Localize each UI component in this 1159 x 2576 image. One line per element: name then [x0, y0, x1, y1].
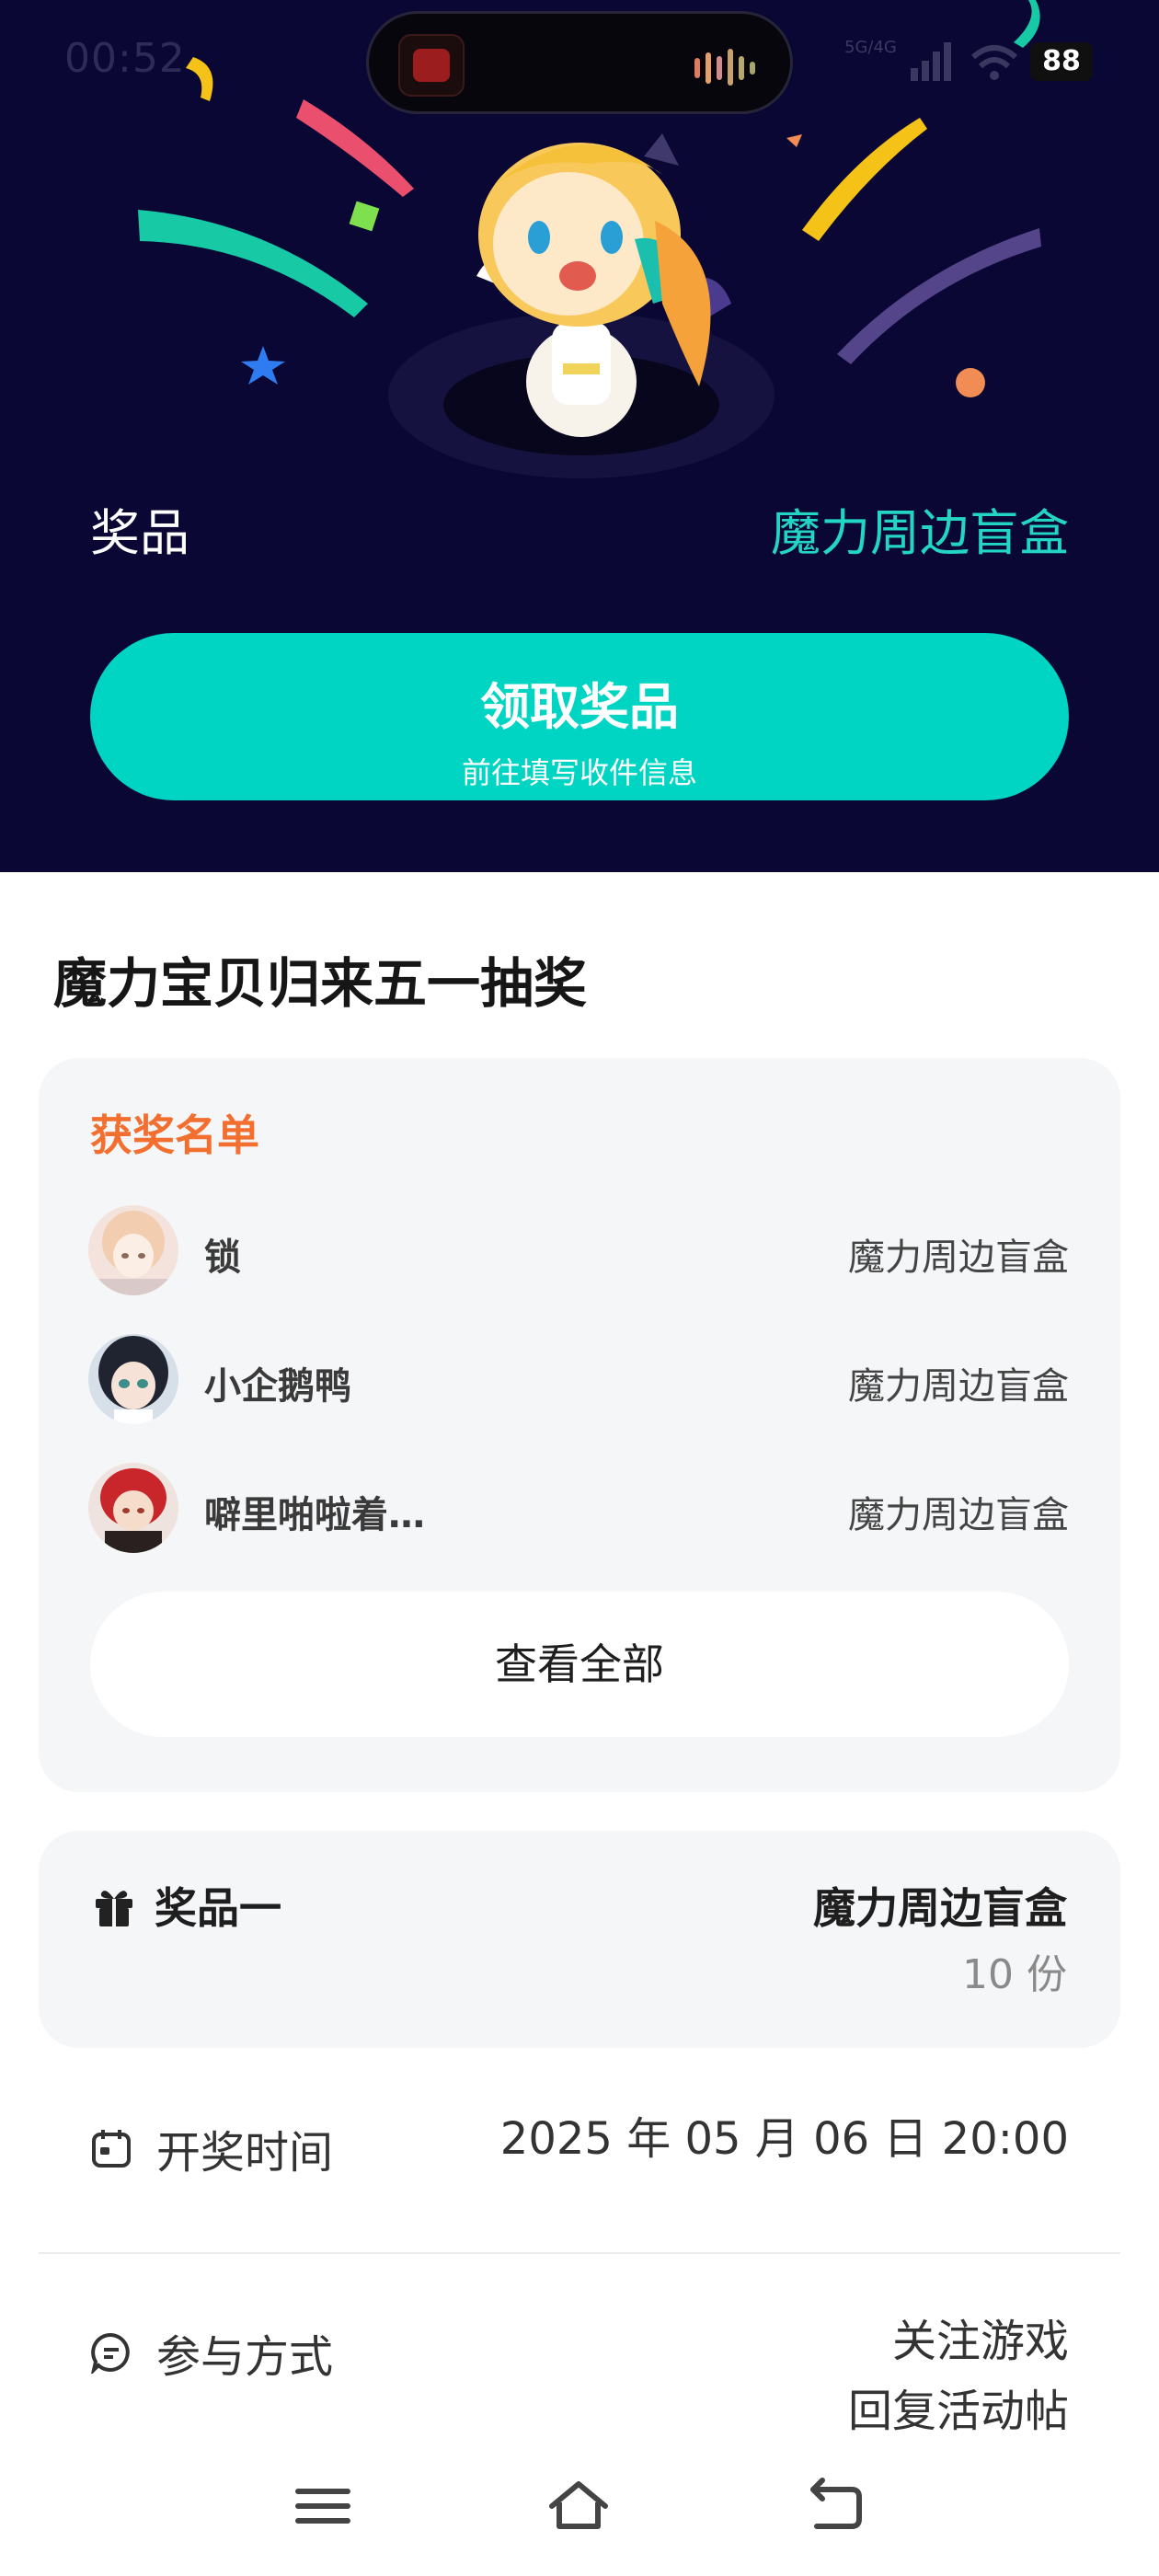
status-bar: 00:52 5G/4G 88: [0, 0, 1159, 124]
prize-label: 奖品一: [155, 1883, 281, 1933]
page-title: 魔力宝贝归来五一抽奖: [53, 952, 588, 1015]
winner-prize: 魔力周边盲盒: [848, 1494, 1069, 1536]
winner-row[interactable]: 锁 魔力周边盲盒: [88, 1205, 1115, 1301]
avatar: [88, 1205, 178, 1295]
hero-banner: 00:52 5G/4G 88 奖品 魔力周边盲盒 领取奖品 前往填写收件信息: [0, 0, 1159, 872]
winner-prize: 魔力周边盲盒: [848, 1365, 1069, 1408]
participation-step-2: 回复活动帖: [847, 2386, 1069, 2437]
participation-label: 参与方式: [156, 2331, 334, 2383]
prize-count: 10 份: [962, 1951, 1067, 1998]
back-icon[interactable]: [804, 2477, 868, 2536]
wifi-icon: [971, 45, 1017, 80]
winner-name: 锁: [204, 1236, 241, 1279]
avatar: [88, 1334, 178, 1424]
calendar-icon: [92, 2130, 131, 2168]
battery-indicator: 88: [1030, 42, 1093, 81]
hero-prize-label: 奖品: [90, 504, 189, 562]
hero-prize-value: 魔力周边盲盒: [771, 504, 1069, 562]
participation-step-1: 关注游戏: [891, 2316, 1069, 2367]
draw-time-row: 开奖时间 2025 年 05 月 06 日 20:00: [90, 2113, 1069, 2190]
chat-icon: [91, 2333, 130, 2374]
claim-prize-title: 领取奖品: [480, 678, 679, 736]
prize-name: 魔力周边盲盒: [813, 1883, 1067, 1933]
view-all-button[interactable]: 查看全部: [90, 1592, 1069, 1737]
winner-name: 小企鹅鸭: [204, 1365, 351, 1408]
menu-icon[interactable]: [291, 2477, 355, 2536]
status-time: 00:52: [64, 35, 186, 82]
winner-name: 噼里啪啦着…: [204, 1494, 425, 1536]
network-indicator: 5G/4G: [844, 38, 897, 57]
signal-icon: [911, 42, 951, 81]
system-navigation-bar: [0, 2466, 1159, 2558]
prize-card: 奖品一 魔力周边盲盒 10 份: [39, 1831, 1120, 2048]
winner-prize: 魔力周边盲盒: [848, 1236, 1069, 1279]
claim-prize-subtitle: 前往填写收件信息: [461, 755, 697, 790]
winners-card: 获奖名单 锁 魔力周边盲盒 小企鹅鸭 魔力周边盲盒 噼里啪啦着… 魔力周边盲盒 …: [39, 1058, 1120, 1792]
status-icons: 5G/4G 88: [844, 39, 1093, 85]
dynamic-island[interactable]: [366, 11, 793, 114]
winner-row[interactable]: 噼里啪啦着… 魔力周边盲盒: [88, 1463, 1115, 1558]
app-icon: [398, 34, 465, 97]
claim-prize-button[interactable]: 领取奖品 前往填写收件信息: [90, 633, 1069, 800]
hero-prize-row: 奖品 魔力周边盲盒: [90, 492, 1069, 562]
gift-icon: [96, 1891, 132, 1926]
draw-time-label: 开奖时间: [156, 2127, 334, 2179]
participation-row: 参与方式 关注游戏 回复活动帖: [90, 2316, 1069, 2458]
winners-title: 获奖名单: [90, 1110, 259, 1160]
audio-wave-icon: [694, 49, 755, 86]
divider: [39, 2252, 1120, 2254]
home-icon[interactable]: [546, 2477, 611, 2536]
draw-time-value: 2025 年 05 月 06 日 20:00: [499, 2113, 1069, 2165]
avatar: [88, 1463, 178, 1553]
winner-row[interactable]: 小企鹅鸭 魔力周边盲盒: [88, 1334, 1115, 1430]
